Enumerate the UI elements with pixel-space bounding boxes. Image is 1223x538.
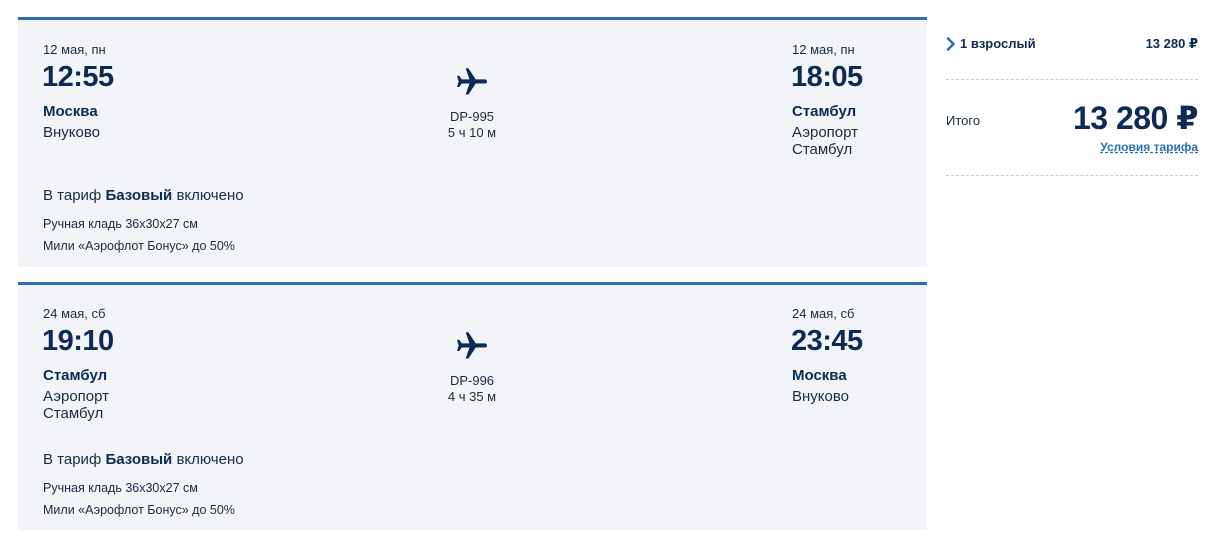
tariff-prefix: В тариф <box>43 451 102 468</box>
perk-miles: Мили «Аэрофлот Бонус» до 50% <box>43 503 235 517</box>
arrival-date: 24 мая, сб <box>792 306 855 321</box>
arrival-airport-line1: Аэропорт <box>792 124 859 141</box>
perk-baggage: Ручная кладь 36х30х27 см <box>43 481 198 495</box>
flight-duration: 5 ч 10 м <box>447 125 497 140</box>
tariff-name: Базовый <box>105 187 173 204</box>
flight-number: DP-995 <box>449 109 495 124</box>
flight-card-outbound: 12 мая, пн 12:55 Москва Внуково DP-995 5… <box>18 17 927 267</box>
flight-number: DP-996 <box>449 373 495 388</box>
airplane-icon <box>457 332 487 359</box>
tariff-suffix: включено <box>176 451 244 468</box>
passengers-label[interactable]: 1 взрослый <box>960 36 1036 51</box>
tariff-line: В тариф Базовый включено <box>43 451 244 468</box>
departure-date: 24 мая, сб <box>43 306 106 321</box>
arrival-date: 12 мая, пн <box>792 42 855 57</box>
departure-time: 12:55 <box>42 61 114 93</box>
arrival-city: Москва <box>792 367 847 384</box>
tariff-terms-link[interactable]: Условия тарифа <box>1100 140 1198 154</box>
departure-date: 12 мая, пн <box>43 42 106 57</box>
perk-baggage: Ручная кладь 36х30х27 см <box>43 217 198 231</box>
tariff-prefix: В тариф <box>43 187 102 204</box>
airplane-icon <box>457 68 487 95</box>
divider <box>946 175 1198 176</box>
flight-duration: 4 ч 35 м <box>447 389 497 404</box>
departure-airport-line1: Аэропорт <box>43 388 110 405</box>
departure-city: Стамбул <box>43 367 108 384</box>
flight-card-return: 24 мая, сб 19:10 Стамбул Аэропорт Стамбу… <box>18 282 927 530</box>
arrival-airport: Внуково <box>792 388 850 405</box>
arrival-city: Стамбул <box>792 103 857 120</box>
tariff-line: В тариф Базовый включено <box>43 187 244 204</box>
perk-miles: Мили «Аэрофлот Бонус» до 50% <box>43 239 235 253</box>
departure-airport: Внуково <box>43 124 101 141</box>
passengers-row[interactable]: 1 взрослый 13 280 ₽ <box>946 35 1198 55</box>
total-label: Итого <box>946 113 981 128</box>
passengers-price: 13 280 ₽ <box>1145 36 1198 51</box>
departure-airport-line2: Стамбул <box>43 405 104 422</box>
total-price: 13 280 ₽ <box>1072 100 1199 136</box>
departure-time: 19:10 <box>42 325 114 357</box>
departure-city: Москва <box>43 103 98 120</box>
arrival-time: 18:05 <box>791 61 863 93</box>
arrival-time: 23:45 <box>791 325 863 357</box>
arrival-airport-line2: Стамбул <box>792 141 853 158</box>
chevron-right-icon[interactable] <box>946 37 956 51</box>
tariff-suffix: включено <box>176 187 244 204</box>
tariff-name: Базовый <box>105 451 173 468</box>
divider <box>946 79 1198 80</box>
